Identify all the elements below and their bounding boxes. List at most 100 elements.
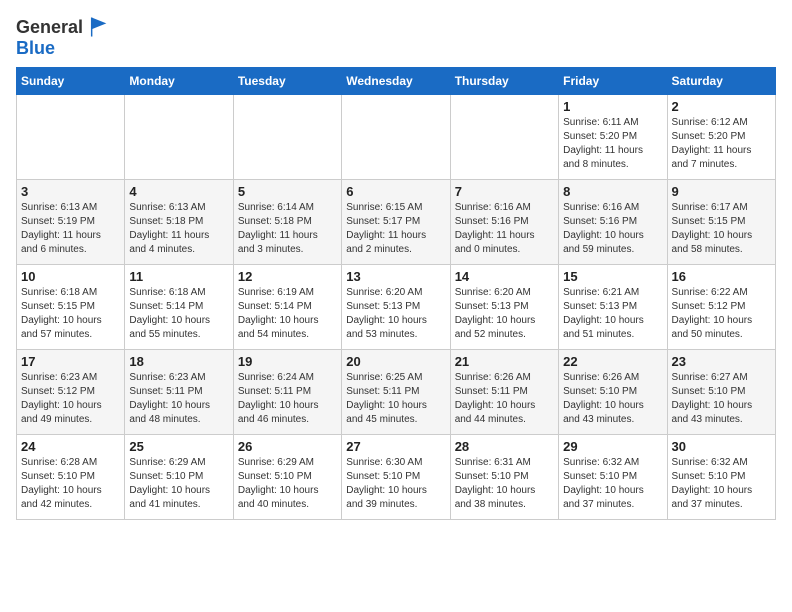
- day-number: 18: [129, 354, 228, 369]
- day-number: 12: [238, 269, 337, 284]
- day-info: Sunrise: 6:16 AM Sunset: 5:16 PM Dayligh…: [563, 201, 662, 257]
- calendar-week-row: 17 Sunrise: 6:23 AM Sunset: 5:12 PM Dayli…: [17, 350, 776, 435]
- day-number: 1: [563, 99, 662, 114]
- day-number: 9: [672, 184, 771, 199]
- day-number: 25: [129, 439, 228, 454]
- day-info: Sunrise: 6:12 AM Sunset: 5:20 PM Dayligh…: [672, 116, 771, 172]
- calendar-cell: [342, 95, 450, 180]
- logo: GeneralBlue: [16, 16, 110, 59]
- header-day: Sunday: [17, 68, 125, 95]
- day-number: 2: [672, 99, 771, 114]
- day-info: Sunrise: 6:15 AM Sunset: 5:17 PM Dayligh…: [346, 201, 445, 257]
- calendar-cell: 23 Sunrise: 6:27 AM Sunset: 5:10 PM Dayli…: [667, 350, 775, 435]
- day-info: Sunrise: 6:16 AM Sunset: 5:16 PM Dayligh…: [455, 201, 554, 257]
- day-info: Sunrise: 6:32 AM Sunset: 5:10 PM Dayligh…: [672, 456, 771, 512]
- logo-text: General: [16, 16, 110, 38]
- calendar-cell: 17 Sunrise: 6:23 AM Sunset: 5:12 PM Dayli…: [17, 350, 125, 435]
- day-number: 26: [238, 439, 337, 454]
- calendar-cell: 3 Sunrise: 6:13 AM Sunset: 5:19 PM Daylig…: [17, 180, 125, 265]
- day-number: 14: [455, 269, 554, 284]
- calendar-cell: 25 Sunrise: 6:29 AM Sunset: 5:10 PM Dayli…: [125, 435, 233, 520]
- calendar-week-row: 3 Sunrise: 6:13 AM Sunset: 5:19 PM Daylig…: [17, 180, 776, 265]
- calendar-cell: [450, 95, 558, 180]
- day-info: Sunrise: 6:17 AM Sunset: 5:15 PM Dayligh…: [672, 201, 771, 257]
- calendar-week-row: 10 Sunrise: 6:18 AM Sunset: 5:15 PM Dayli…: [17, 265, 776, 350]
- day-number: 4: [129, 184, 228, 199]
- day-number: 20: [346, 354, 445, 369]
- day-info: Sunrise: 6:25 AM Sunset: 5:11 PM Dayligh…: [346, 371, 445, 427]
- header-day: Wednesday: [342, 68, 450, 95]
- day-info: Sunrise: 6:28 AM Sunset: 5:10 PM Dayligh…: [21, 456, 120, 512]
- calendar-cell: 1 Sunrise: 6:11 AM Sunset: 5:20 PM Daylig…: [559, 95, 667, 180]
- calendar-cell: 14 Sunrise: 6:20 AM Sunset: 5:13 PM Dayli…: [450, 265, 558, 350]
- day-number: 22: [563, 354, 662, 369]
- calendar-cell: 5Sunrise: 6:14 AM Sunset: 5:18 PM Daylig…: [233, 180, 341, 265]
- day-number: 11: [129, 269, 228, 284]
- day-number: 19: [238, 354, 337, 369]
- day-info: Sunrise: 6:29 AM Sunset: 5:10 PM Dayligh…: [129, 456, 228, 512]
- day-info: Sunrise: 6:31 AM Sunset: 5:10 PM Dayligh…: [455, 456, 554, 512]
- day-info: Sunrise: 6:13 AM Sunset: 5:18 PM Dayligh…: [129, 201, 228, 257]
- calendar-cell: 21 Sunrise: 6:26 AM Sunset: 5:11 PM Dayli…: [450, 350, 558, 435]
- calendar-cell: 26 Sunrise: 6:29 AM Sunset: 5:10 PM Dayli…: [233, 435, 341, 520]
- calendar-cell: 24 Sunrise: 6:28 AM Sunset: 5:10 PM Dayli…: [17, 435, 125, 520]
- calendar-cell: 12Sunrise: 6:19 AM Sunset: 5:14 PM Dayli…: [233, 265, 341, 350]
- calendar-cell: 13 Sunrise: 6:20 AM Sunset: 5:13 PM Dayli…: [342, 265, 450, 350]
- day-number: 16: [672, 269, 771, 284]
- calendar-cell: 6 Sunrise: 6:15 AM Sunset: 5:17 PM Daylig…: [342, 180, 450, 265]
- day-info: Sunrise: 6:14 AM Sunset: 5:18 PM Dayligh…: [238, 201, 337, 257]
- header: GeneralBlue: [16, 16, 776, 59]
- calendar-cell: 9 Sunrise: 6:17 AM Sunset: 5:15 PM Daylig…: [667, 180, 775, 265]
- day-number: 21: [455, 354, 554, 369]
- header-day: Monday: [125, 68, 233, 95]
- day-info: Sunrise: 6:13 AM Sunset: 5:19 PM Dayligh…: [21, 201, 120, 257]
- day-info: Sunrise: 6:26 AM Sunset: 5:11 PM Dayligh…: [455, 371, 554, 427]
- calendar-cell: 19 Sunrise: 6:24 AM Sunset: 5:11 PM Dayli…: [233, 350, 341, 435]
- calendar-cell: 22Sunrise: 6:26 AM Sunset: 5:10 PM Dayli…: [559, 350, 667, 435]
- day-number: 13: [346, 269, 445, 284]
- day-info: Sunrise: 6:20 AM Sunset: 5:13 PM Dayligh…: [346, 286, 445, 342]
- calendar-cell: [233, 95, 341, 180]
- calendar-cell: 28Sunrise: 6:31 AM Sunset: 5:10 PM Dayli…: [450, 435, 558, 520]
- logo-icon: [88, 16, 110, 38]
- calendar-cell: 7Sunrise: 6:16 AM Sunset: 5:16 PM Daylig…: [450, 180, 558, 265]
- calendar-cell: 18Sunrise: 6:23 AM Sunset: 5:11 PM Dayli…: [125, 350, 233, 435]
- calendar-cell: 20 Sunrise: 6:25 AM Sunset: 5:11 PM Dayli…: [342, 350, 450, 435]
- calendar-cell: 27Sunrise: 6:30 AM Sunset: 5:10 PM Dayli…: [342, 435, 450, 520]
- calendar-cell: 8 Sunrise: 6:16 AM Sunset: 5:16 PM Daylig…: [559, 180, 667, 265]
- calendar-cell: 29 Sunrise: 6:32 AM Sunset: 5:10 PM Dayli…: [559, 435, 667, 520]
- day-number: 10: [21, 269, 120, 284]
- header-day: Thursday: [450, 68, 558, 95]
- logo-general: General: [16, 17, 83, 38]
- day-info: Sunrise: 6:24 AM Sunset: 5:11 PM Dayligh…: [238, 371, 337, 427]
- calendar-week-row: 1 Sunrise: 6:11 AM Sunset: 5:20 PM Daylig…: [17, 95, 776, 180]
- calendar-cell: 11Sunrise: 6:18 AM Sunset: 5:14 PM Dayli…: [125, 265, 233, 350]
- day-info: Sunrise: 6:29 AM Sunset: 5:10 PM Dayligh…: [238, 456, 337, 512]
- day-number: 29: [563, 439, 662, 454]
- day-number: 24: [21, 439, 120, 454]
- day-number: 15: [563, 269, 662, 284]
- day-number: 27: [346, 439, 445, 454]
- day-number: 23: [672, 354, 771, 369]
- calendar-table: SundayMondayTuesdayWednesdayThursdayFrid…: [16, 67, 776, 520]
- day-number: 17: [21, 354, 120, 369]
- day-info: Sunrise: 6:11 AM Sunset: 5:20 PM Dayligh…: [563, 116, 662, 172]
- day-number: 30: [672, 439, 771, 454]
- day-number: 6: [346, 184, 445, 199]
- day-info: Sunrise: 6:23 AM Sunset: 5:12 PM Dayligh…: [21, 371, 120, 427]
- day-info: Sunrise: 6:32 AM Sunset: 5:10 PM Dayligh…: [563, 456, 662, 512]
- day-info: Sunrise: 6:27 AM Sunset: 5:10 PM Dayligh…: [672, 371, 771, 427]
- day-number: 8: [563, 184, 662, 199]
- day-info: Sunrise: 6:22 AM Sunset: 5:12 PM Dayligh…: [672, 286, 771, 342]
- header-day: Friday: [559, 68, 667, 95]
- day-number: 3: [21, 184, 120, 199]
- calendar-cell: 10 Sunrise: 6:18 AM Sunset: 5:15 PM Dayli…: [17, 265, 125, 350]
- calendar-cell: 15 Sunrise: 6:21 AM Sunset: 5:13 PM Dayli…: [559, 265, 667, 350]
- logo-blue: Blue: [16, 38, 55, 59]
- day-info: Sunrise: 6:20 AM Sunset: 5:13 PM Dayligh…: [455, 286, 554, 342]
- calendar-cell: [125, 95, 233, 180]
- calendar-cell: [17, 95, 125, 180]
- calendar-cell: 4 Sunrise: 6:13 AM Sunset: 5:18 PM Daylig…: [125, 180, 233, 265]
- day-info: Sunrise: 6:18 AM Sunset: 5:15 PM Dayligh…: [21, 286, 120, 342]
- day-info: Sunrise: 6:21 AM Sunset: 5:13 PM Dayligh…: [563, 286, 662, 342]
